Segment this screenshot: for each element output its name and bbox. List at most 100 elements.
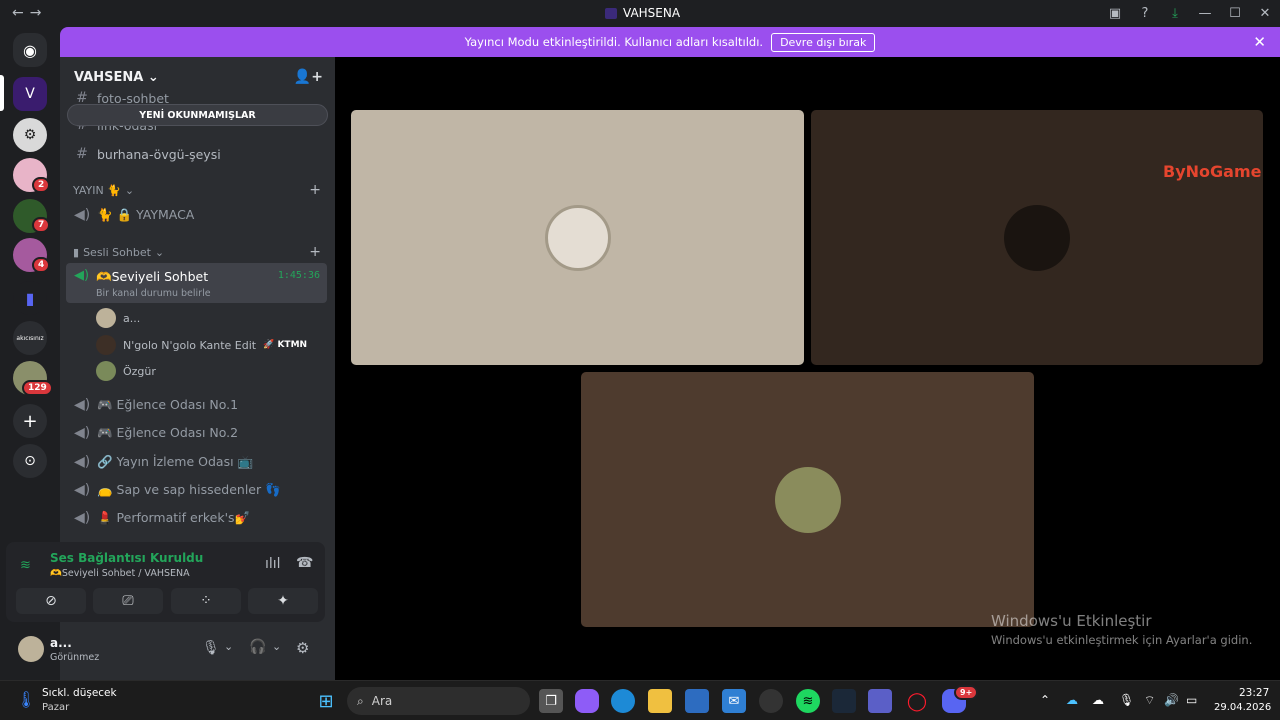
voice-user[interactable]: N'golo N'golo Kante Edit 🚀 KTMN	[96, 334, 307, 356]
category-sesli-sohbet[interactable]: ▮ Sesli Sohbet ⌄	[73, 246, 164, 259]
file-explorer-icon[interactable]	[648, 689, 672, 713]
search-icon: ⌕	[357, 693, 364, 708]
video-tile-user-2[interactable]: ByNoGame	[811, 110, 1263, 365]
voice-channel[interactable]: ◀) 💄 Performatif erkek's💅	[74, 507, 250, 529]
add-server-icon[interactable]: +	[13, 404, 47, 438]
copilot-icon[interactable]	[575, 689, 599, 713]
video-tile-user-3[interactable]	[581, 372, 1034, 627]
close-icon[interactable]: ✕	[1253, 33, 1266, 51]
avatar	[775, 467, 841, 533]
screen-share-button[interactable]: ⎚	[93, 588, 163, 614]
steam-icon[interactable]	[832, 689, 856, 713]
user-status: Görünmez	[50, 652, 100, 663]
speaker-icon: ◀)	[74, 482, 91, 498]
channel-yaymaca[interactable]: ◀) 🐈 🔒 YAYMACA	[74, 204, 194, 226]
chevron-down-icon[interactable]: ⌄	[272, 640, 281, 653]
camera-button[interactable]: ⊘	[16, 588, 86, 614]
discord-home-icon[interactable]: ◉	[13, 33, 47, 67]
server-icon-vahsena[interactable]: V	[13, 77, 47, 111]
server-icon-2[interactable]: ⚙	[13, 118, 47, 152]
server-icon-6[interactable]: akıcısınız	[13, 321, 47, 355]
disable-streamer-mode-button[interactable]: Devre dışı bırak	[771, 32, 876, 52]
voice-user[interactable]: Özgür	[96, 360, 156, 382]
edge-icon[interactable]	[611, 689, 635, 713]
avatar	[1004, 205, 1070, 271]
active-voice-channel[interactable]: ◀) 🫶Seviyeli Sohbet 1:45:36 Bir kanal du…	[66, 263, 327, 303]
weather-icon[interactable]: 🌡	[16, 690, 36, 709]
channel-burhana[interactable]: # burhana-övgü-şeysi	[74, 143, 221, 165]
voice-channel[interactable]: ◀) 🔗 Yayın İzleme Odası 📺	[74, 451, 253, 473]
user-tag: 🚀 KTMN	[263, 340, 308, 350]
mail-icon[interactable]: ✉	[722, 689, 746, 713]
weather-title[interactable]: Sıckl. düşecek	[42, 687, 117, 699]
taskbar-search[interactable]: ⌕ Ara	[347, 687, 530, 715]
category-yayin[interactable]: YAYIN 🐈 ⌄	[73, 184, 134, 197]
folder-icon[interactable]: ▮	[13, 281, 47, 315]
voice-channel[interactable]: ◀) 🎮 Eğlence Odası No.2	[74, 422, 238, 444]
speaker-icon: ◀)	[74, 207, 91, 223]
discover-icon[interactable]: ⊙	[13, 444, 47, 478]
new-unreads-pill[interactable]: YENİ OKUNMAMIŞLAR	[67, 104, 328, 126]
voice-channel[interactable]: ◀) 🎮 Eğlence Odası No.1	[74, 394, 238, 416]
speaker-icon: ◀)	[74, 425, 91, 441]
nav-arrows[interactable]: ←→	[12, 5, 47, 21]
clock-date[interactable]: 29.04.2026	[1214, 702, 1271, 713]
start-icon[interactable]: ⊞	[314, 689, 338, 713]
headphones-icon[interactable]: 🎧	[249, 639, 266, 655]
help-icon[interactable]: ?	[1130, 0, 1160, 27]
task-view-icon[interactable]: ❐	[539, 689, 563, 713]
opera-icon[interactable]: ◯	[905, 689, 929, 713]
activities-button[interactable]: ⁘	[171, 588, 241, 614]
selected-indicator	[0, 75, 4, 111]
badge-count: 9+	[954, 685, 979, 700]
clock-time[interactable]: 23:27	[1239, 687, 1269, 699]
microphone-icon[interactable]: 🎙	[1119, 693, 1134, 707]
invite-icon[interactable]: 👤+	[294, 69, 323, 85]
battery-icon[interactable]: ▭	[1186, 693, 1197, 707]
noise-suppression-icon[interactable]: ılıl	[265, 556, 281, 572]
channel-status[interactable]: Bir kanal durumu belirle	[96, 288, 211, 299]
brand-watermark: ByNoGame	[1163, 162, 1262, 181]
connection-subtitle[interactable]: 🫶Seviyeli Sohbet / VAHSENA	[50, 568, 190, 579]
avatar[interactable]	[18, 636, 44, 662]
wifi-icon[interactable]: ⌔	[1144, 693, 1155, 708]
add-channel-icon[interactable]: +	[309, 182, 321, 198]
avatar	[545, 205, 611, 271]
cloud-icon[interactable]: ☁	[1092, 693, 1104, 707]
connection-title[interactable]: Ses Bağlantısı Kuruldu	[50, 551, 203, 565]
chevron-down-icon[interactable]: ⌄	[224, 640, 233, 653]
microphone-icon[interactable]: 🎙	[202, 640, 220, 656]
activities-icon: ⁘	[200, 593, 212, 609]
inbox-icon[interactable]: ▣	[1100, 0, 1130, 27]
streamer-mode-banner: Yayıncı Modu etkinleştirildi. Kullanıcı …	[60, 27, 1280, 57]
voice-timer: 1:45:36	[277, 270, 320, 281]
store-icon[interactable]	[685, 689, 709, 713]
voice-stage: ByNoGame	[335, 57, 1280, 680]
username[interactable]: a...	[50, 636, 72, 650]
speaker-icon: ◀)	[74, 397, 91, 413]
maximize-button[interactable]: ☐	[1220, 0, 1250, 27]
settings-gear-icon[interactable]: ⚙	[296, 639, 309, 657]
speaker-icon: ◀)	[74, 268, 90, 283]
spotify-icon[interactable]: ≋	[796, 689, 820, 713]
github-icon[interactable]	[759, 689, 783, 713]
video-tile-user-1[interactable]	[351, 110, 804, 365]
minimize-button[interactable]: —	[1190, 0, 1220, 27]
onedrive-icon[interactable]: ☁	[1066, 693, 1078, 707]
hash-icon: #	[76, 146, 88, 162]
speaker-icon: ◀)	[74, 510, 91, 526]
window-title: VAHSENA	[605, 6, 680, 20]
download-icon[interactable]: ⤓	[1160, 0, 1190, 27]
voice-channel[interactable]: ◀) 👝 Sap ve sap hissedenler 👣	[74, 479, 281, 501]
add-channel-icon[interactable]: +	[309, 244, 321, 260]
teams-icon[interactable]	[868, 689, 892, 713]
soundboard-button[interactable]: ✦	[248, 588, 318, 614]
disconnect-icon[interactable]: ☎	[296, 555, 313, 571]
weather-sub: Pazar	[42, 702, 70, 713]
voice-user[interactable]: a...	[96, 307, 140, 329]
activation-watermark-subtitle: Windows'u etkinleştirmek için Ayarlar'a …	[991, 633, 1253, 647]
avatar	[96, 308, 116, 328]
chevron-up-icon[interactable]: ⌃	[1040, 693, 1050, 707]
close-button[interactable]: ✕	[1250, 0, 1280, 27]
volume-icon[interactable]: 🔊	[1164, 693, 1179, 707]
